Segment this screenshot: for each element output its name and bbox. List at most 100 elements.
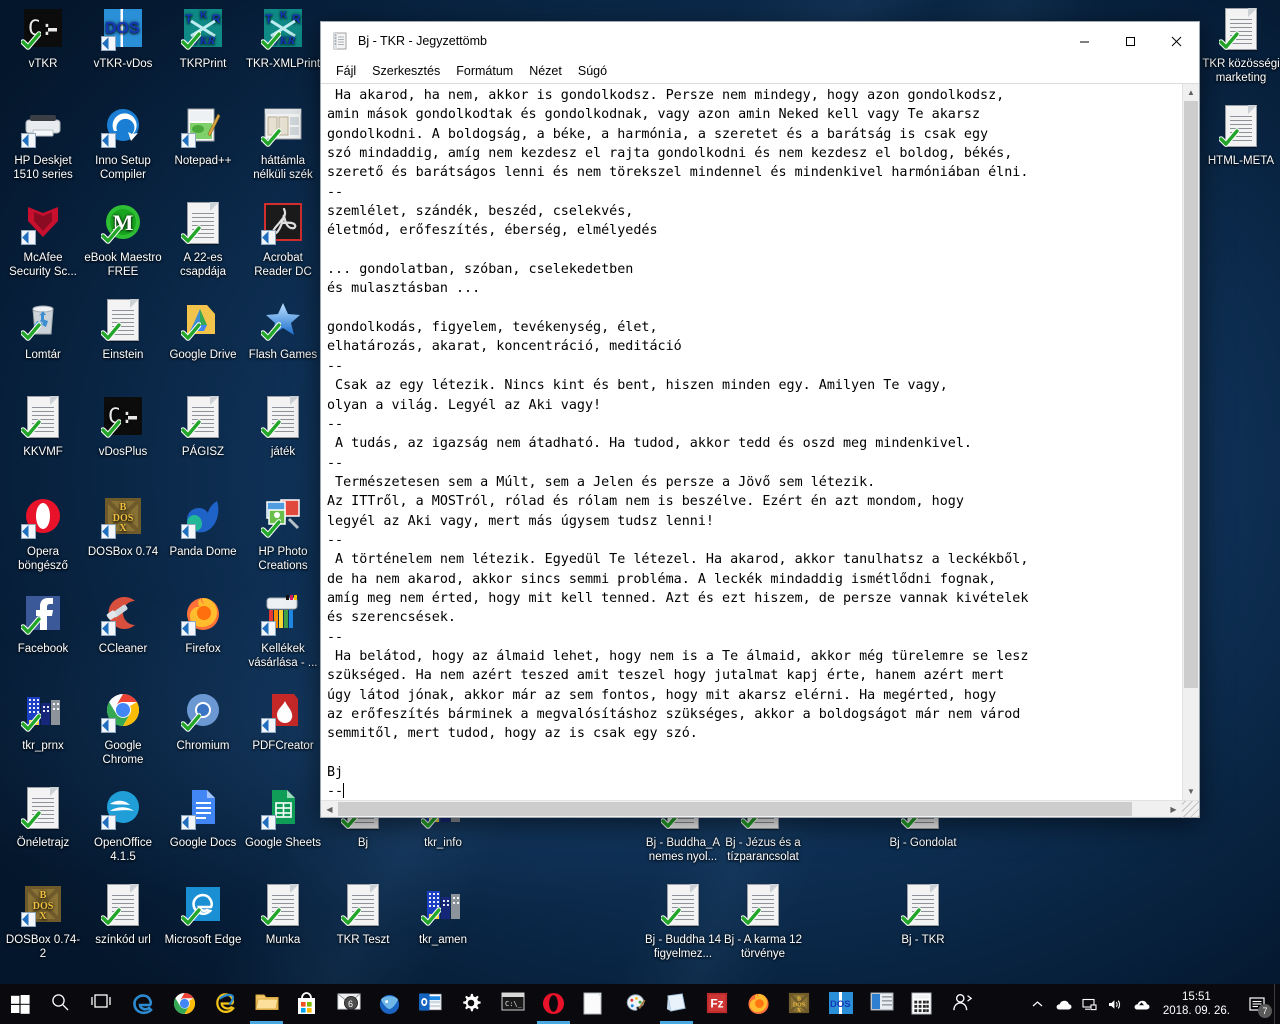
action-center-button[interactable]: 7	[1240, 984, 1274, 1024]
sticky-notes-icon[interactable]	[656, 984, 697, 1024]
scroll-up-arrow[interactable]: ▲	[1183, 84, 1199, 101]
network-icon[interactable]	[1077, 984, 1103, 1024]
desktop-icon[interactable]: Flash Games	[244, 297, 322, 363]
desktop-icon[interactable]: Facebook	[4, 591, 82, 657]
opera-icon[interactable]	[533, 984, 574, 1024]
notepad-icon[interactable]	[574, 984, 615, 1024]
paint-icon[interactable]	[615, 984, 656, 1024]
desktop-icon[interactable]: Google Chrome	[84, 688, 162, 767]
desktop-icon[interactable]: Munka	[244, 882, 322, 948]
desktop-icon[interactable]: Bj - TKR	[884, 882, 962, 948]
desktop-icon[interactable]: PÁGISZ	[164, 394, 242, 460]
desktop-icon[interactable]: DOS vTKR-vDos	[84, 6, 162, 72]
task-view-icon[interactable]	[82, 984, 123, 1024]
desktop-icon[interactable]: Lomtár	[4, 297, 82, 363]
vertical-scrollbar[interactable]: ▲ ▼	[1182, 84, 1199, 800]
maximize-button[interactable]	[1107, 22, 1153, 60]
mail-icon[interactable]: 6	[328, 984, 369, 1024]
desktop-icon[interactable]: Microsoft Edge	[164, 882, 242, 948]
menu-item-edit[interactable]: Szerkesztés	[364, 62, 448, 80]
desktop-icon[interactable]: háttámla nélküli szék	[244, 103, 322, 182]
internet-explorer-icon[interactable]	[205, 984, 246, 1024]
command-prompt-icon[interactable]: C:\_	[492, 984, 533, 1024]
desktop-icon[interactable]: Opera böngésző	[4, 494, 82, 573]
scroll-down-arrow[interactable]: ▼	[1183, 783, 1199, 800]
dosbox-icon[interactable]: B DOS X	[779, 984, 820, 1024]
desktop-icon[interactable]: Acrobat Reader DC	[244, 200, 322, 279]
desktop-icon[interactable]: Einstein	[84, 297, 162, 363]
microsoft-edge-icon[interactable]	[123, 984, 164, 1024]
desktop-icon[interactable]: McAfee Security Sc...	[4, 200, 82, 279]
onedrive-cloud-icon[interactable]	[1051, 984, 1077, 1024]
clock[interactable]: 15:51 2018. 09. 26.	[1155, 990, 1240, 1018]
desktop-icon[interactable]: C: vTKR	[4, 6, 82, 72]
volume-icon[interactable]	[1103, 984, 1129, 1024]
desktop-icon[interactable]: C: vDosPlus	[84, 394, 162, 460]
desktop-icon[interactable]: Chromium	[164, 688, 242, 754]
desktop-icon[interactable]: B DOS X DOSBox 0.74	[84, 494, 162, 560]
desktop-icon[interactable]: Firefox	[164, 591, 242, 657]
show-desktop-button[interactable]	[1274, 984, 1280, 1024]
close-button[interactable]	[1153, 22, 1199, 60]
desktop-icon[interactable]: HP Deskjet 1510 series	[4, 103, 82, 182]
desktop-icon[interactable]: CCleaner	[84, 591, 162, 657]
desktop-icon[interactable]: MeBook Maestro FREE	[84, 200, 162, 279]
window-title-bar[interactable]: Bj - TKR - Jegyzettömb	[321, 22, 1199, 60]
show-hidden-icons-chevron[interactable]	[1025, 984, 1051, 1024]
vertical-scroll-thumb[interactable]	[1184, 101, 1198, 688]
desktop-icon[interactable]: HTML-META	[1202, 103, 1280, 169]
people-icon[interactable]	[943, 984, 984, 1024]
desktop-icon[interactable]: Google Docs	[164, 785, 242, 851]
firefox-icon[interactable]	[738, 984, 779, 1024]
settings-icon[interactable]	[451, 984, 492, 1024]
desktop-icon[interactable]: Inno Setup Compiler	[84, 103, 162, 182]
resize-grip[interactable]	[1182, 801, 1199, 818]
desktop-icon[interactable]: Google Sheets	[244, 785, 322, 851]
thunderbird-icon[interactable]	[369, 984, 410, 1024]
desktop-icon[interactable]: B DOS X DOSBox 0.74-2	[4, 882, 82, 961]
desktop-icon[interactable]: Google Drive	[164, 297, 242, 363]
desktop-icon[interactable]: Notepad++	[164, 103, 242, 169]
desktop-icon[interactable]: tkr_amen	[404, 882, 482, 948]
start-button[interactable]	[0, 984, 41, 1024]
notepad-window[interactable]: Bj - TKR - Jegyzettömb Fájl Szerkesztés …	[320, 21, 1200, 818]
desktop-icon[interactable]: T K R TKR TKR-XMLPrint	[244, 6, 322, 72]
horizontal-scrollbar[interactable]: ◀ ▶	[321, 801, 1182, 817]
desktop-icon[interactable]: KKVMF	[4, 394, 82, 460]
desktop-icon[interactable]: TKR Teszt	[324, 882, 402, 948]
desktop-icon[interactable]: Bj - A karma 12 törvénye	[724, 882, 802, 961]
search-icon[interactable]	[41, 984, 82, 1024]
desktop-icon[interactable]: Önéletrajz	[4, 785, 82, 851]
text-editor-area[interactable]: Ha akarod, ha nem, akkor is gondolkodsz.…	[321, 84, 1182, 800]
system-tray[interactable]: 15:51 2018. 09. 26. 7	[1025, 984, 1280, 1024]
outlook-icon[interactable]	[410, 984, 451, 1024]
cloud-sync-icon[interactable]	[1129, 984, 1155, 1024]
desktop-icon[interactable]: A 22-es csapdája	[164, 200, 242, 279]
filezilla-icon[interactable]: Fz	[697, 984, 738, 1024]
desktop-icon[interactable]: tkr_prnx	[4, 688, 82, 754]
desktop-icon[interactable]: Panda Dome	[164, 494, 242, 560]
desktop-icon[interactable]: TKR közösségi marketing	[1202, 6, 1280, 85]
horizontal-scroll-thumb[interactable]	[338, 802, 1132, 816]
desktop-icon[interactable]: színkód url	[84, 882, 162, 948]
vertical-scroll-track[interactable]	[1183, 101, 1199, 783]
scroll-left-arrow[interactable]: ◀	[321, 801, 338, 818]
scroll-right-arrow[interactable]: ▶	[1165, 801, 1182, 818]
desktop-icon[interactable]: T K R TKR TKRPrint	[164, 6, 242, 72]
horizontal-scroll-track[interactable]	[338, 801, 1165, 817]
menu-item-file[interactable]: Fájl	[328, 62, 364, 80]
desktop-icon[interactable]: játék	[244, 394, 322, 460]
minimize-button[interactable]	[1061, 22, 1107, 60]
desktop-icon[interactable]: Bj - Buddha 14 figyelmez...	[644, 882, 722, 961]
microsoft-store-icon[interactable]	[287, 984, 328, 1024]
menu-bar[interactable]: Fájl Szerkesztés Formátum Nézet Súgó	[321, 60, 1199, 83]
desktop-icon[interactable]: Kellékek vásárlása - ...	[244, 591, 322, 670]
desktop-icon[interactable]: OpenOffice 4.1.5	[84, 785, 162, 864]
desktop-icon[interactable]: HP Photo Creations	[244, 494, 322, 573]
file-explorer-icon[interactable]	[246, 984, 287, 1024]
menu-item-format[interactable]: Formátum	[448, 62, 521, 80]
taskbar[interactable]: 6 C:\_ Fz B DOS X DOS 15:51 2018. 09. 26.	[0, 984, 1280, 1024]
desktop[interactable]: C: vTKR DOS vTKR-vDos T K R TKR TKRPrint T K R TKR TK…	[0, 0, 1280, 1024]
menu-item-view[interactable]: Nézet	[521, 62, 570, 80]
media-window-icon[interactable]	[861, 984, 902, 1024]
